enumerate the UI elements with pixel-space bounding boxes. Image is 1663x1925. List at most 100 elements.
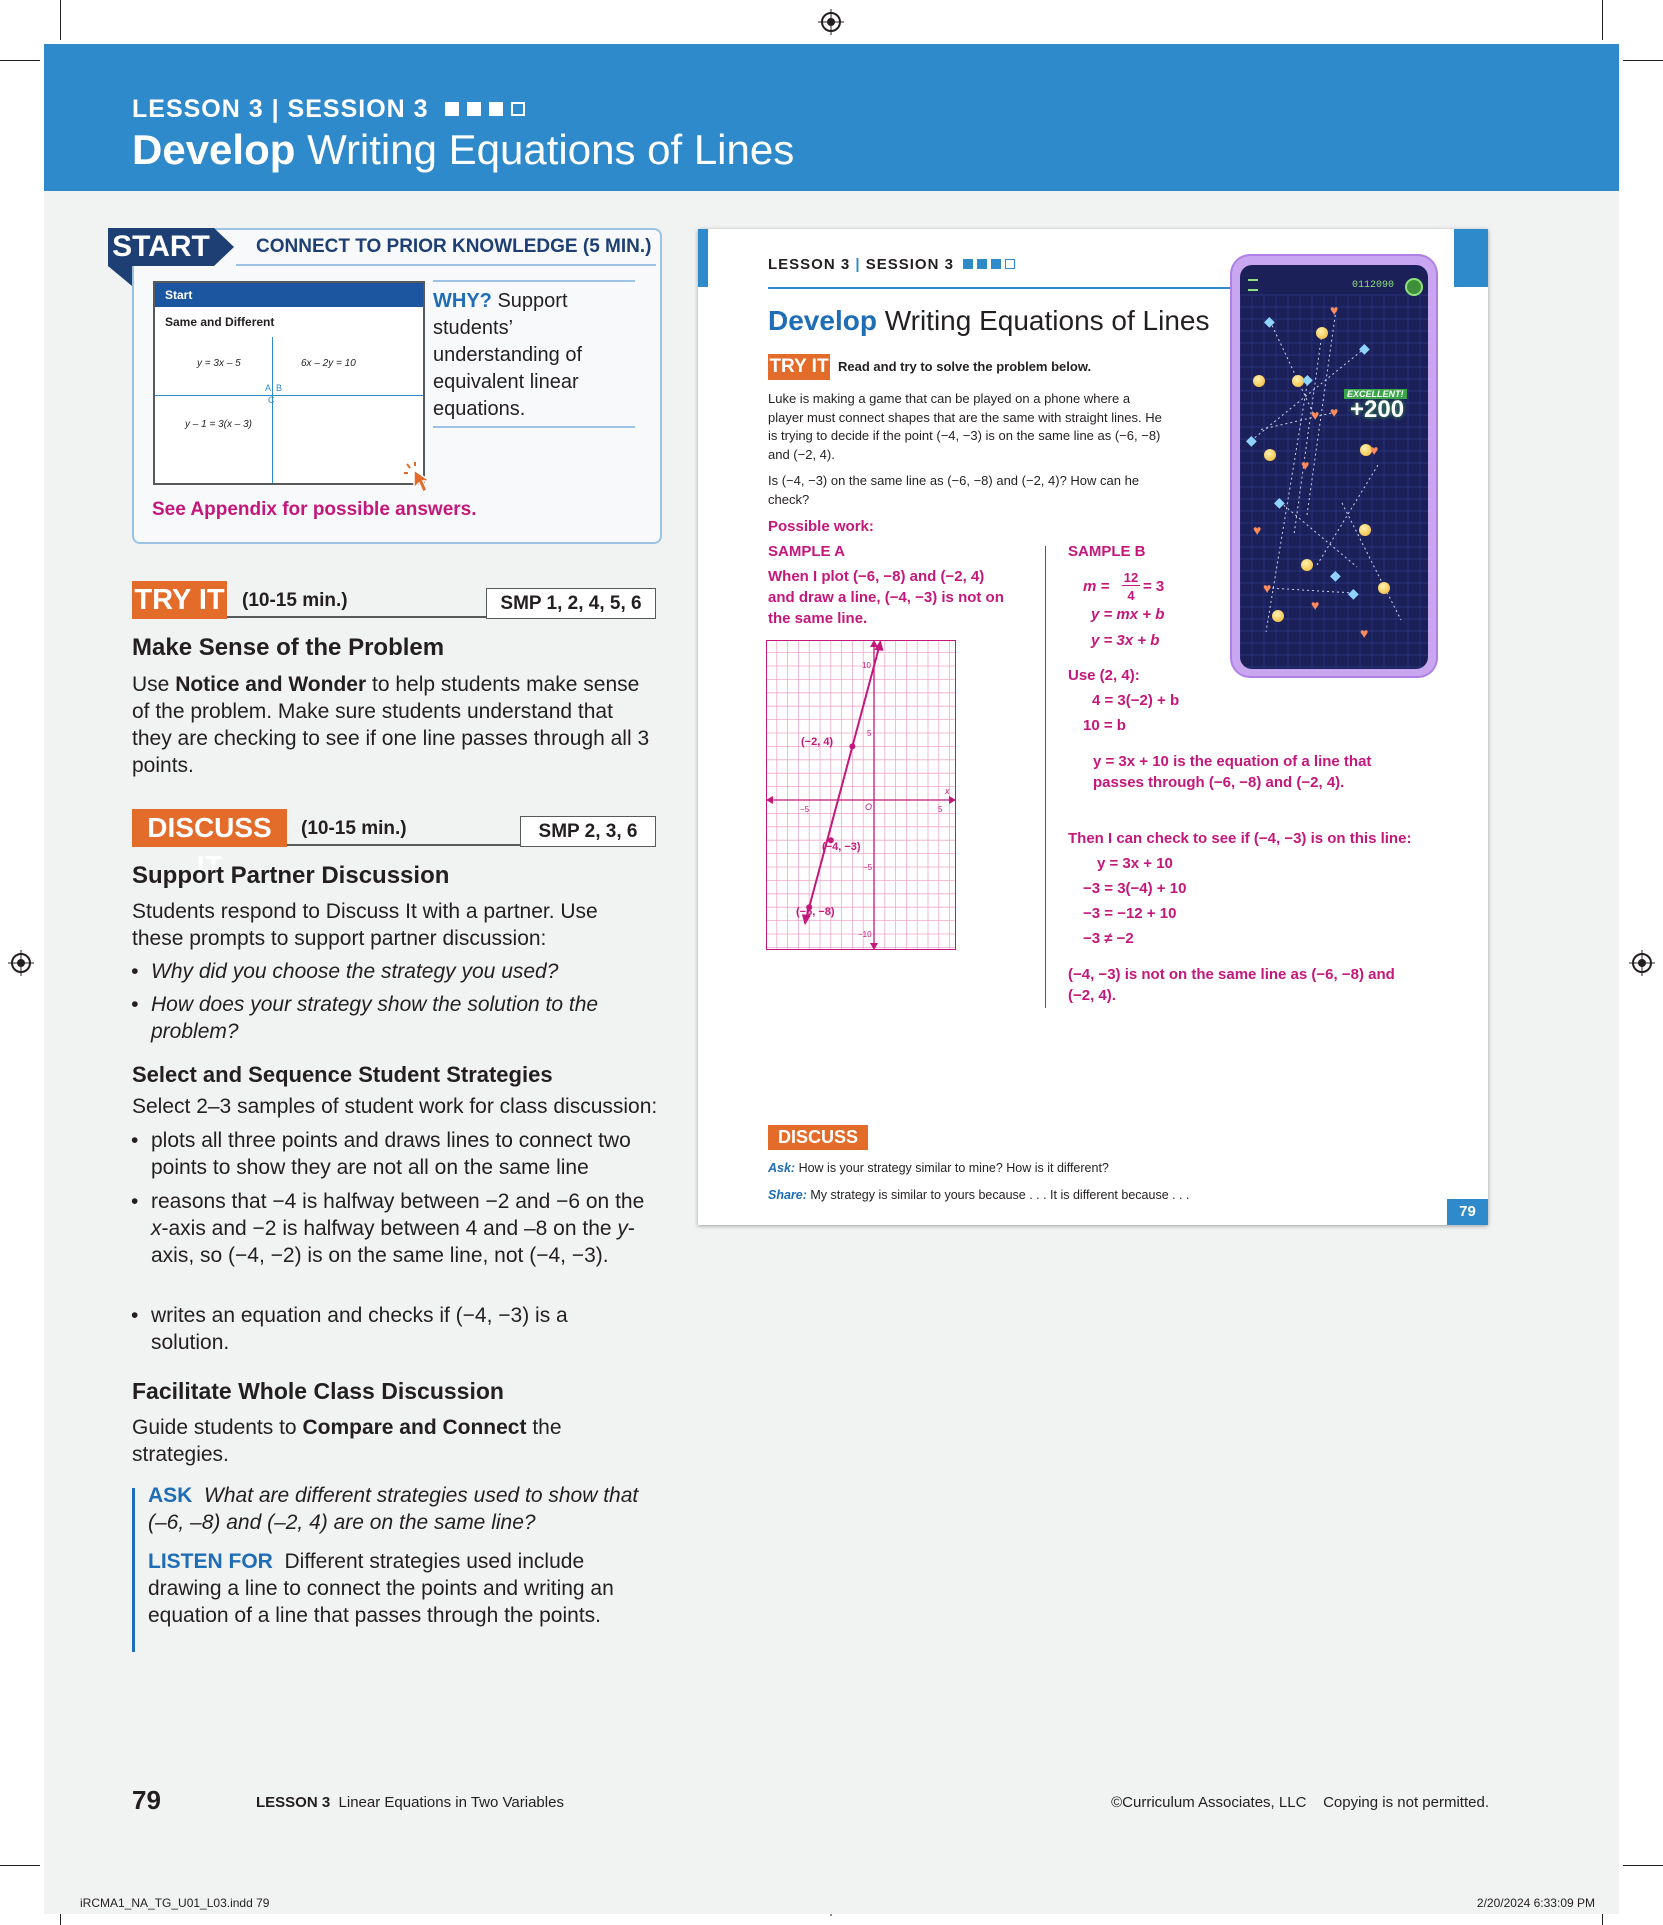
student-lesson-label: LESSON 3 | SESSION 3 [768,256,1016,273]
start-tag-arrow [214,228,234,266]
work-line: y = 3x + b [1091,632,1160,649]
ask-block: ASK What are different strategies used t… [148,1484,639,1534]
page-title: Develop Writing Equations of Lines [132,126,795,173]
phone-game-screen: 0112090 EXCELLENT! +200 ◆ ♥ ◆ ◆ ♥ ◆ ♥ ♥ ♥ ◆ ♥ ◆ ♥ ♥ ◆ ♥ [1240,265,1428,669]
timer-icon [1405,278,1423,296]
lesson-session-label: LESSON 3 | SESSION 3 [132,95,525,124]
listen-for-block: LISTEN FOR Different strategies used inc… [148,1550,614,1627]
slope-numerator: 12 [1122,570,1140,586]
try-it-smp: SMP 1, 2, 4, 5, 6 [486,588,656,619]
origin-label: O [865,802,872,812]
heart-icon[interactable]: ♥ [1253,523,1261,537]
heart-icon[interactable]: ♥ [1311,598,1319,612]
tick-label: −5 [863,863,873,872]
slope-lhs: m = [1083,578,1110,595]
heart-icon[interactable]: ♥ [1311,408,1319,422]
slide-vline [272,337,273,483]
crop-mark [1623,60,1663,61]
progress-square-filled [488,102,503,116]
slug-file: iRCMA1_NA_TG_U01_L03.indd 79 [80,1896,270,1910]
possible-work-label: Possible work: [768,518,874,535]
heart-icon[interactable]: ♥ [1360,626,1368,640]
start-heading: CONNECT TO PRIOR KNOWLEDGE (5 MIN.) [256,236,652,257]
slide-hline [155,395,423,396]
heart-icon[interactable]: ♥ [1301,458,1309,472]
sample-a-graph: (−2, 4) (−4, −3) (−6, −8) 10 5 −5 −10 O … [766,640,956,950]
game-score: 0112090 [1352,280,1395,291]
strategy-item: writes an equation and checks if (−4, −3… [131,1302,601,1356]
work-line: y = mx + b [1091,606,1165,623]
slope-denominator: 4 [1127,588,1135,603]
work-line: 4 = 3(−2) + b [1092,692,1180,709]
coin-icon[interactable] [1316,327,1328,339]
diamond-icon[interactable]: ◆ [1274,495,1285,509]
diamond-icon[interactable]: ◆ [1330,568,1341,582]
diamond-icon[interactable]: ◆ [1348,586,1359,600]
check-line: −3 ≠ −2 [1083,930,1134,947]
strategy-item: plots all three points and draws lines t… [131,1127,656,1181]
share-prompt: Share: My strategy is similar to yours b… [768,1188,1190,1202]
try-it-tag: TRY IT [132,581,227,619]
heart-icon[interactable]: ♥ [1330,405,1338,419]
progress-square-filled [466,102,481,116]
facilitate-paragraph: Guide students to Compare and Connect th… [132,1416,562,1466]
tick-label: −5 [800,805,810,814]
menu-icon[interactable] [1248,279,1258,291]
diamond-icon[interactable]: ◆ [1264,314,1275,328]
prompt-item: Why did you choose the strategy you used… [131,958,651,985]
conclusion: (−4, −3) is not on the same line as (−6,… [1068,966,1395,1004]
partner-paragraph: Students respond to Discuss It with a pa… [132,900,598,950]
strategy-item: reasons that −4 is halfway between −2 an… [131,1188,651,1269]
footer-lesson: LESSON 3 Linear Equations in Two Variabl… [256,1794,564,1811]
heart-icon[interactable]: ♥ [1330,303,1338,317]
crop-mark [0,1865,40,1866]
heart-icon[interactable]: ♥ [1263,581,1271,595]
check-line: −3 = 3(−4) + 10 [1083,880,1187,897]
divider [433,426,635,428]
registration-mark-icon [818,9,844,35]
discuss-it-tag: DISCUSS IT [132,809,287,881]
section-heading: Select and Sequence Student Strategies [132,1062,553,1087]
registration-mark-icon [8,950,34,976]
axis-label: x [944,786,950,796]
tick-label: −10 [858,930,872,939]
coin-icon[interactable] [1301,559,1313,571]
discuss-it-smp: SMP 2, 3, 6 [520,816,656,847]
divider [433,280,635,282]
sample-a-label: SAMPLE A [768,543,845,560]
work-line: Then I can check to see if (−4, −3) is o… [1068,830,1412,847]
registration-mark-icon [1629,950,1655,976]
points-award: +200 [1350,396,1405,423]
coin-icon[interactable] [1264,449,1276,461]
start-slide-thumbnail[interactable]: Start Same and Different y = 3x – 5 6x –… [153,281,425,485]
page-number: 79 [132,1785,161,1815]
check-line: y = 3x + 10 [1097,855,1173,872]
student-try-it-label: Read and try to solve the problem below. [838,359,1092,374]
prompt-item: How does your strategy show the solution… [131,991,631,1045]
coin-icon[interactable] [1378,582,1390,594]
diamond-icon[interactable]: ◆ [1359,341,1370,355]
diamond-icon[interactable]: ◆ [1246,433,1257,447]
work-line: Use (2, 4): [1068,667,1140,684]
student-page-accent [1454,229,1488,287]
try-it-time: (10-15 min.) [242,590,348,611]
check-line: −3 = −12 + 10 [1083,905,1177,922]
see-appendix: See Appendix for possible answers. [152,499,477,520]
coin-icon[interactable] [1359,524,1371,536]
work-line: y = 3x + 10 is the equation of a line th… [1093,753,1372,791]
start-tag: START [108,228,214,266]
discuss-it-time: (10-15 min.) [301,818,407,839]
try-it-paragraph: Use Notice and Wonder to help students m… [132,673,650,777]
divider [768,287,1248,289]
coin-icon[interactable] [1253,375,1265,387]
progress-square-empty [510,102,525,116]
coin-icon[interactable] [1272,610,1284,622]
select-paragraph: Select 2–3 samples of student work for c… [132,1095,658,1118]
question-text: Is (−4, −3) on the same line as (−6, −8)… [768,473,1140,507]
footer-copyright: ©Curriculum Associates, LLC Copying is n… [1111,1794,1489,1811]
student-page-number: 79 [1447,1199,1488,1225]
heart-icon[interactable]: ♥ [1370,443,1378,457]
slide-heading: Same and Different [165,315,275,329]
slide-equation: y – 1 = 3(x – 3) [185,419,252,430]
diamond-icon[interactable]: ◆ [1302,372,1313,386]
